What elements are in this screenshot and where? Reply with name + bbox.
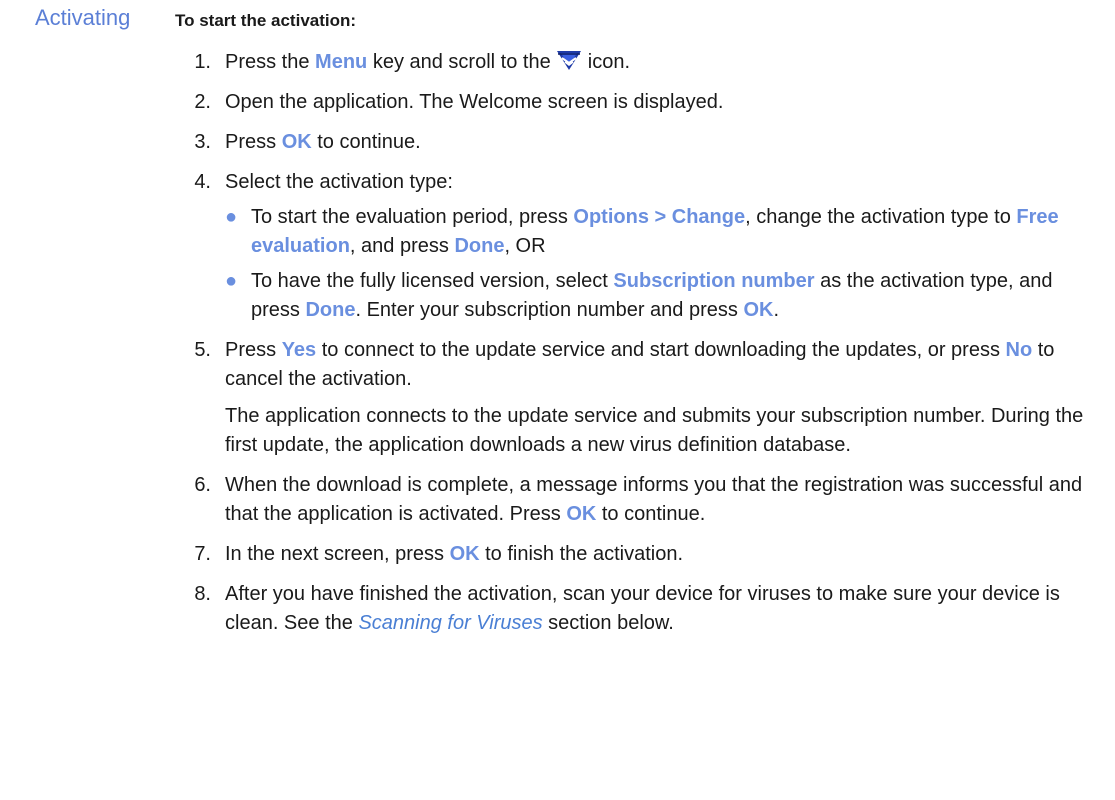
scanning-for-viruses-link[interactable]: Scanning for Viruses: [358, 612, 542, 634]
step-text: section below.: [542, 612, 674, 634]
option-free-evaluation: ● To start the evaluation period, press …: [225, 203, 1095, 261]
done-key-label: Done: [305, 299, 356, 321]
subscription-number-label: Subscription number: [613, 270, 815, 292]
app-shield-icon: [557, 51, 582, 70]
step-note: The application connects to the update s…: [225, 405, 1084, 456]
step-number: 7.: [194, 543, 211, 565]
step-text: Press: [225, 131, 282, 153]
option-text: .: [773, 299, 779, 321]
step-text: In the next screen, press: [225, 543, 450, 565]
options-change-label: Options > Change: [573, 206, 746, 228]
step-text: Press: [225, 339, 282, 361]
activation-type-options: ● To start the evaluation period, press …: [225, 203, 1095, 325]
option-text: . Enter your subscription number and pre…: [355, 299, 744, 321]
step-number: 4.: [194, 171, 211, 193]
procedure-intro: To start the activation:: [175, 11, 357, 30]
step-text: icon.: [582, 51, 631, 73]
section-heading: Activating: [35, 5, 131, 30]
step-5: 5. Press Yes to connect to the update se…: [175, 336, 1095, 460]
activation-steps: 1. Press the Menu key and scroll to the …: [175, 48, 1095, 649]
step-text: to finish the activation.: [479, 543, 684, 565]
step-6: 6. When the download is complete, a mess…: [175, 471, 1095, 529]
step-8: 8. After you have finished the activatio…: [175, 580, 1095, 638]
step-text: key and scroll to the: [367, 51, 557, 73]
yes-key-label: Yes: [281, 339, 317, 361]
step-number: 1.: [194, 51, 211, 73]
step-text: Press the: [225, 51, 316, 73]
bullet-icon: ●: [225, 206, 238, 228]
ok-key-label: OK: [281, 131, 312, 153]
step-text: to continue.: [311, 131, 421, 153]
step-number: 2.: [194, 91, 211, 113]
no-key-label: No: [1005, 339, 1033, 361]
step-number: 5.: [194, 339, 211, 361]
bullet-icon: ●: [225, 270, 238, 292]
step-number: 8.: [194, 583, 211, 605]
step-text: to continue.: [596, 503, 706, 525]
option-text: , and press: [349, 235, 455, 257]
step-number: 6.: [194, 474, 211, 496]
done-key-label: Done: [454, 235, 505, 257]
option-subscription: ● To have the fully licensed version, se…: [225, 267, 1095, 325]
step-4: 4. Select the activation type: ● To star…: [175, 168, 1095, 325]
step-text: Open the application. The Welcome screen…: [225, 91, 724, 113]
step-1: 1. Press the Menu key and scroll to the …: [175, 48, 1095, 77]
step-number: 3.: [194, 131, 211, 153]
option-text: To start the evaluation period, press: [251, 206, 574, 228]
step-text: to connect to the update service and sta…: [316, 339, 1006, 361]
step-3: 3. Press OK to continue.: [175, 128, 1095, 157]
ok-key-label: OK: [743, 299, 774, 321]
option-text: To have the fully licensed version, sele…: [251, 270, 614, 292]
step-text: Select the activation type:: [225, 171, 453, 193]
option-text: , OR: [504, 235, 546, 257]
menu-key-label: Menu: [315, 51, 368, 73]
option-text: , change the activation type to: [745, 206, 1017, 228]
ok-key-label: OK: [566, 503, 597, 525]
step-2: 2. Open the application. The Welcome scr…: [175, 88, 1095, 117]
step-7: 7. In the next screen, press OK to finis…: [175, 540, 1095, 569]
ok-key-label: OK: [449, 543, 480, 565]
